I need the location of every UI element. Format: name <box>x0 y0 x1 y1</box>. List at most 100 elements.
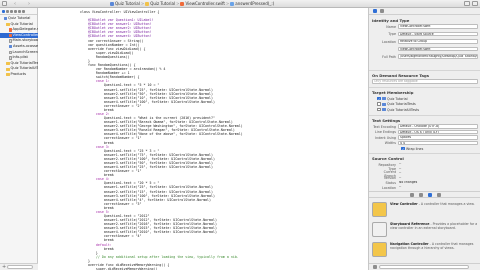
target-section-title: Target Membership <box>372 90 414 95</box>
media-library-icon[interactable] <box>436 192 441 197</box>
inspector-row-label: Type <box>388 32 396 36</box>
test-tab-icon[interactable] <box>18 9 21 13</box>
inspector-row-value: 4 4 <box>398 141 478 146</box>
breadcrumb-file[interactable]: ViewController.swift <box>180 1 225 6</box>
section-divider <box>369 70 480 71</box>
jump-bar-controls: ‹ › <box>0 1 96 7</box>
app-target-icon <box>382 102 386 106</box>
inspector-row[interactable]: Indent Using Spaces <box>372 135 478 140</box>
odr-tags-field[interactable]: Only resources are taggable <box>372 79 478 84</box>
assets-icon <box>8 45 12 49</box>
project-navigator: Quiz TutorialQuiz TutorialAppDelegate.sw… <box>0 8 38 270</box>
library-item-icon <box>372 242 387 257</box>
breadcrumb-separator: > <box>140 1 145 6</box>
library-item-text: Navigation Controller - A controller tha… <box>390 242 474 251</box>
back-arrow-icon[interactable]: ‹ <box>9 1 21 7</box>
breadcrumb-project[interactable]: Quiz Tutorial <box>110 1 140 6</box>
navigator-tabs <box>0 8 37 15</box>
code-snippet-icon[interactable] <box>418 192 423 197</box>
checkbox-icon <box>377 107 381 112</box>
inspector-row-value: Spaces <box>398 135 478 140</box>
object-library-icon[interactable] <box>427 192 432 197</box>
file-template-icon[interactable] <box>409 192 414 197</box>
breadcrumb-label: Quiz Tutorial <box>150 1 176 6</box>
target-label: Quiz TutorialTests <box>387 102 416 106</box>
issue-tab-icon[interactable] <box>14 9 17 13</box>
checkbox-icon: ✓ <box>377 96 381 101</box>
file-tree-item[interactable]: Products <box>0 72 38 78</box>
library-item-icon <box>372 202 387 217</box>
breadcrumb-label: Quiz Tutorial <box>115 1 140 6</box>
inspector-row-label: Indent Using <box>375 135 396 140</box>
folder-icon <box>6 67 10 71</box>
debug-tab-icon[interactable] <box>22 9 25 13</box>
library-item-title: View Controller <box>390 202 418 206</box>
inspector-row-value: ViewController.swift <box>398 24 478 29</box>
swift-file-icon <box>180 1 185 6</box>
folder-icon <box>6 22 10 26</box>
search-tab-icon[interactable] <box>10 9 13 13</box>
add-editor-icon[interactable] <box>464 1 470 6</box>
library-filter-bar <box>369 263 480 270</box>
close-editor-icon[interactable] <box>472 1 478 6</box>
target-checkbox[interactable]: Quiz TutorialUITests <box>377 107 419 112</box>
breadcrumb-symbol[interactable]: answer4Pressed(_:) <box>230 1 274 6</box>
target-checkbox[interactable]: Quiz TutorialTests <box>377 102 416 107</box>
swift-file-icon <box>8 28 12 32</box>
inspector-row[interactable]: Full Path/Users/sigmondmcnaughty/Desktop… <box>372 54 478 59</box>
inspector-row-value: Default - Unicode (UTF-8) <box>398 124 478 129</box>
grid-view-icon[interactable] <box>373 265 377 269</box>
breadcrumb-group[interactable]: Quiz Tutorial <box>145 1 175 6</box>
app-target-icon <box>382 97 386 100</box>
target-checkbox[interactable]: ✓ Quiz Tutorial <box>377 96 408 101</box>
code-line: class ViewController: UIViewController { <box>80 10 160 14</box>
file-inspector-tab-icon[interactable] <box>373 9 377 13</box>
checkbox-icon <box>377 102 381 106</box>
folder-icon <box>6 73 10 77</box>
library-filter-input[interactable] <box>379 265 469 269</box>
jump-bar-right-controls <box>464 1 478 6</box>
folder-tab-icon[interactable] <box>2 9 5 13</box>
inspector-row[interactable]: Widths 4 4 <box>372 141 478 146</box>
inspector-row-label: Location <box>382 185 396 190</box>
inspector-row-value: ViewController.swift <box>398 46 478 52</box>
library-item[interactable]: View Controller - A controller that mana… <box>372 202 478 221</box>
quick-help-tab-icon[interactable] <box>380 9 384 13</box>
storyboard-icon <box>8 50 12 55</box>
symbol-tab-icon[interactable] <box>6 9 9 13</box>
forward-arrow-icon[interactable]: › <box>23 1 35 7</box>
inspector-row[interactable]: Type Default - Swift Source <box>372 31 478 37</box>
inspector-row-label: Widths <box>384 141 396 146</box>
inspector-row-label: Location <box>382 39 396 44</box>
method-icon <box>230 1 235 6</box>
app-target-icon <box>382 108 386 111</box>
navigator-filter-bar: + <box>0 263 38 270</box>
library-item[interactable]: Storyboard Reference - Provides a placeh… <box>372 222 478 241</box>
section-divider <box>369 153 480 154</box>
inspector-row-value: /Users/sigmondmcnaughty/Desktop/Quiz Tut… <box>398 54 478 59</box>
inspector-row[interactable]: Location Relative to Group <box>372 39 478 44</box>
library-item[interactable]: Navigation Controller - A controller tha… <box>372 242 478 261</box>
wrap-lines-checkbox[interactable]: ✓ Wrap lines <box>401 146 423 151</box>
add-file-icon[interactable]: + <box>2 264 6 270</box>
project-icon <box>110 1 114 6</box>
section-divider <box>369 87 480 88</box>
folder-icon <box>145 1 150 6</box>
odr-section-title: On Demand Resource Tags <box>372 73 429 78</box>
library-tabs <box>369 191 480 198</box>
inspector-row[interactable]: ViewController.swift <box>372 46 478 52</box>
inspector-row-label: Full Path <box>382 54 396 59</box>
inspector-row[interactable]: Line Endings Default - OS X / Unix (LF) <box>372 129 478 135</box>
inspector-row[interactable]: Text Encoding Default - Unicode (UTF-8) <box>372 124 478 129</box>
jump-bar: ‹ › Quiz Tutorial > Quiz Tutorial > View… <box>0 0 480 8</box>
odr-placeholder: Only resources are taggable <box>372 79 478 84</box>
inspector-row-label: Line Endings <box>375 130 396 135</box>
storyboard-icon <box>8 39 12 43</box>
inspector-row-label: Name <box>386 24 396 29</box>
inspector-row-label: Text Encoding <box>373 124 396 129</box>
inspector-row[interactable]: Name ViewController.swift <box>372 24 478 29</box>
related-items-icon[interactable] <box>2 1 7 6</box>
source-section-title: Source Control <box>372 156 404 161</box>
navigator-filter-input[interactable] <box>7 265 34 269</box>
breadcrumb-label: answer4Pressed(_:) <box>235 1 275 6</box>
